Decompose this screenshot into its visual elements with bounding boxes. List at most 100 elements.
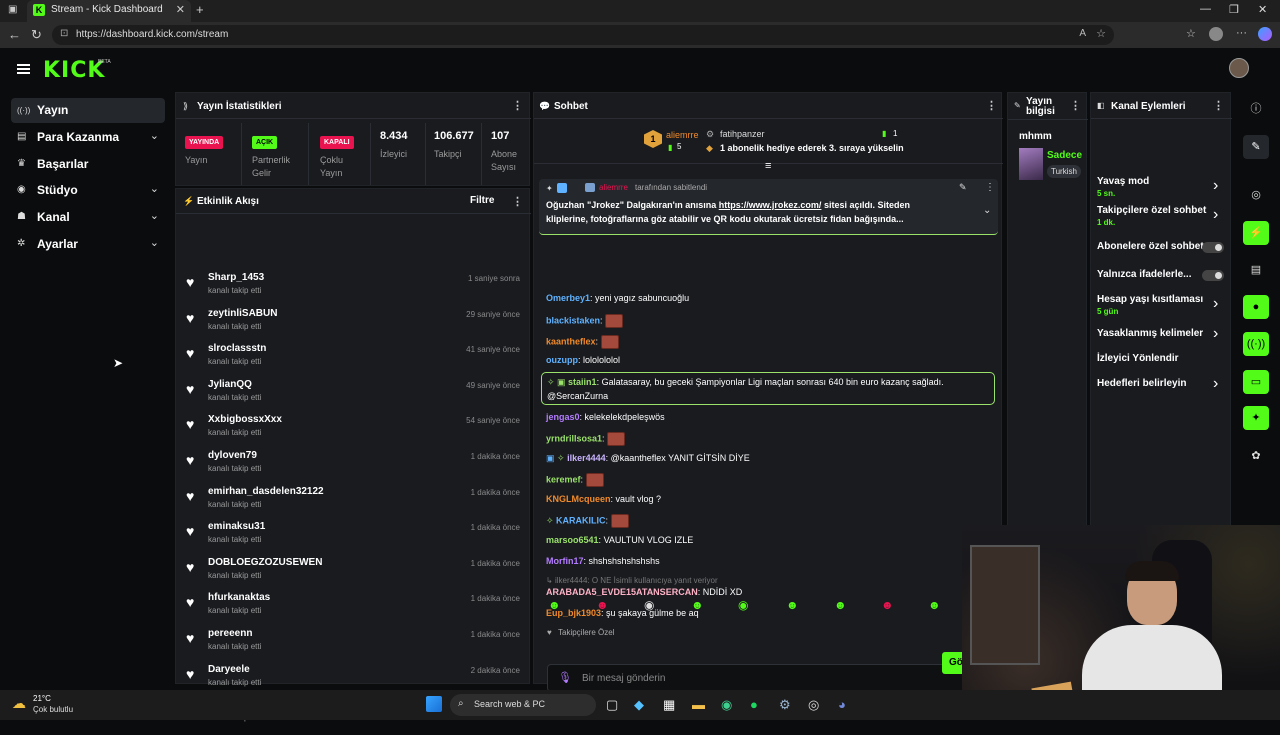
- sidebar-item-ayarlar[interactable]: ✲ Ayarlar ⌄: [11, 232, 165, 257]
- lightning-icon[interactable]: ⚡: [1243, 221, 1269, 245]
- emote-icon[interactable]: ☻: [834, 598, 847, 612]
- chat-username[interactable]: kaantheflex: [546, 336, 596, 346]
- file-explorer-icon[interactable]: ▬: [692, 697, 705, 712]
- camera-icon[interactable]: ◎: [1243, 183, 1269, 207]
- event-user[interactable]: emirhan_dasdelen32122: [208, 486, 324, 497]
- favorites-icon[interactable]: ☆: [1186, 27, 1196, 40]
- channel-action-item[interactable]: Hesap yaşı kısıtlaması 5 gün: [1097, 294, 1209, 316]
- chat-username[interactable]: keremef: [546, 474, 581, 484]
- pinned-by-name[interactable]: aliemrre: [599, 183, 628, 192]
- pinned-menu-icon[interactable]: ⋮: [985, 182, 995, 193]
- pinned-link[interactable]: https://www.jrokez.com/: [719, 200, 822, 210]
- sidebar-item-basarilar[interactable]: ♛ Başarılar: [11, 152, 165, 177]
- profile-icon[interactable]: [1209, 27, 1223, 41]
- emote-icon[interactable]: ☻: [596, 598, 609, 612]
- unpin-icon[interactable]: ✎: [959, 182, 967, 193]
- event-user[interactable]: DOBLOEGZOZUSEWEN: [208, 557, 322, 568]
- filter-button[interactable]: Filtre: [470, 195, 494, 206]
- browser-tab[interactable]: K Stream - Kick Dashboard ✕: [27, 0, 191, 22]
- collapse-icon[interactable]: ≡: [765, 160, 771, 172]
- category-title[interactable]: Sadece: [1047, 150, 1082, 161]
- task-view-icon[interactable]: ▢: [606, 697, 618, 713]
- kick-logo[interactable]: KICK: [43, 58, 105, 83]
- chevron-right-icon[interactable]: ›: [1213, 326, 1218, 342]
- leader-second-name[interactable]: fatihpanzer: [720, 129, 765, 139]
- event-user[interactable]: zeytinliSABUN: [208, 308, 277, 319]
- chat-username[interactable]: blackistaken: [546, 315, 600, 325]
- activity-menu-icon[interactable]: ⋮: [512, 195, 523, 208]
- emote-icon[interactable]: ☻: [548, 598, 561, 612]
- sidebar-item-yayin[interactable]: ((·)) Yayın: [11, 98, 165, 123]
- read-aloud-icon[interactable]: A: [1079, 28, 1086, 39]
- copilot-icon[interactable]: [1258, 27, 1272, 41]
- toggle-switch[interactable]: [1202, 270, 1224, 281]
- chat-username[interactable]: KARAKILIC: [556, 515, 606, 525]
- new-tab-icon[interactable]: +: [196, 2, 204, 17]
- stats-menu-icon[interactable]: ⋮: [512, 99, 523, 112]
- sidebar-item-para-kazanma[interactable]: ▤ Para Kazanma ⌄: [11, 125, 165, 150]
- emote-icon[interactable]: ☻: [786, 598, 799, 612]
- chevron-right-icon[interactable]: ›: [1213, 376, 1218, 392]
- emote-icon[interactable]: ☻: [691, 598, 704, 612]
- chat-username[interactable]: ilker4444: [567, 453, 606, 463]
- event-user[interactable]: Sharp_1453: [208, 272, 264, 283]
- emote-icon[interactable]: ☻: [928, 598, 941, 612]
- chat-username[interactable]: staiin1: [568, 377, 597, 387]
- toggle-switch[interactable]: [1202, 242, 1224, 253]
- channel-action-item[interactable]: Abonelere özel sohbet: [1097, 241, 1209, 252]
- taskbar-search[interactable]: ⌕ Search web & PC: [450, 694, 596, 716]
- chat-username[interactable]: Morfin17: [546, 556, 584, 566]
- weather-icon[interactable]: ☁: [12, 695, 26, 712]
- chat-username[interactable]: ouzupp: [546, 355, 578, 365]
- edge-icon[interactable]: ◉: [721, 697, 732, 713]
- channel-action-item[interactable]: Yavaş mod 5 sn.: [1097, 176, 1209, 198]
- spotify-icon[interactable]: ●: [750, 697, 758, 712]
- chat-username[interactable]: ARABADA5_EVDE15ATANSERCAN: [546, 587, 698, 597]
- category-thumbnail[interactable]: [1019, 148, 1043, 180]
- event-user[interactable]: JylianQQ: [208, 379, 252, 390]
- maximize-icon[interactable]: ❐: [1229, 3, 1239, 16]
- event-user[interactable]: slroclassstn: [208, 343, 266, 354]
- event-user[interactable]: XxbigbossxXxx: [208, 414, 282, 425]
- more-icon[interactable]: ···: [1236, 27, 1247, 39]
- chat-username[interactable]: Omerbey1: [546, 293, 590, 303]
- chevron-right-icon[interactable]: ›: [1213, 207, 1218, 223]
- chat-username[interactable]: jengas0: [546, 412, 580, 422]
- windows-start-icon[interactable]: [426, 696, 442, 712]
- channel-actions-menu-icon[interactable]: ⋮: [1213, 99, 1224, 112]
- event-user[interactable]: pereeenn: [208, 628, 252, 639]
- event-user[interactable]: hfurkanaktas: [208, 592, 270, 603]
- document-icon[interactable]: ▤: [1243, 258, 1269, 282]
- emote-icon[interactable]: ☻: [881, 598, 894, 612]
- event-user[interactable]: dyloven79: [208, 450, 257, 461]
- menu-icon[interactable]: [17, 64, 30, 74]
- close-tab-icon[interactable]: ✕: [176, 3, 185, 16]
- copilot-app-icon[interactable]: ◆: [634, 697, 644, 713]
- close-window-icon[interactable]: ✕: [1258, 3, 1267, 16]
- chevron-right-icon[interactable]: ›: [1213, 178, 1218, 194]
- tab-actions-icon[interactable]: ▣: [8, 4, 17, 15]
- minimize-icon[interactable]: —: [1200, 3, 1211, 15]
- category-tag[interactable]: Turkish: [1047, 165, 1081, 178]
- info-icon[interactable]: ⓘ: [1243, 97, 1269, 121]
- chevron-right-icon[interactable]: ›: [1213, 296, 1218, 312]
- emote-icon[interactable]: ◉: [644, 598, 654, 612]
- obs-icon[interactable]: ◎: [808, 697, 819, 713]
- emote-icon[interactable]: ◉: [738, 598, 748, 612]
- channel-action-item[interactable]: Yasaklanmış kelimeler: [1097, 328, 1209, 339]
- chat-username[interactable]: yrndrillsosa1: [546, 433, 602, 443]
- microphone-icon[interactable]: 🎙: [558, 671, 572, 684]
- chat-icon[interactable]: ●: [1243, 295, 1269, 319]
- broadcast-icon[interactable]: ((·)): [1243, 332, 1269, 356]
- pencil-icon[interactable]: ✎: [1243, 135, 1269, 159]
- url-field[interactable]: ⊡ https://dashboard.kick.com/stream A ☆: [52, 25, 1114, 45]
- channel-action-item[interactable]: İzleyici Yönlendir: [1097, 353, 1209, 364]
- favorite-star-icon[interactable]: ☆: [1096, 27, 1106, 40]
- chat-menu-icon[interactable]: ⋮: [986, 99, 997, 112]
- sidebar-item-studyo[interactable]: ◉ Stüdyo ⌄: [11, 178, 165, 203]
- channel-action-item[interactable]: Takipçilere özel sohbet 1 dk.: [1097, 205, 1209, 227]
- store-icon[interactable]: ▦: [663, 697, 675, 713]
- media-icon[interactable]: ▭: [1243, 370, 1269, 394]
- event-user[interactable]: eminaksu31: [208, 521, 265, 532]
- back-icon[interactable]: ←: [8, 27, 21, 42]
